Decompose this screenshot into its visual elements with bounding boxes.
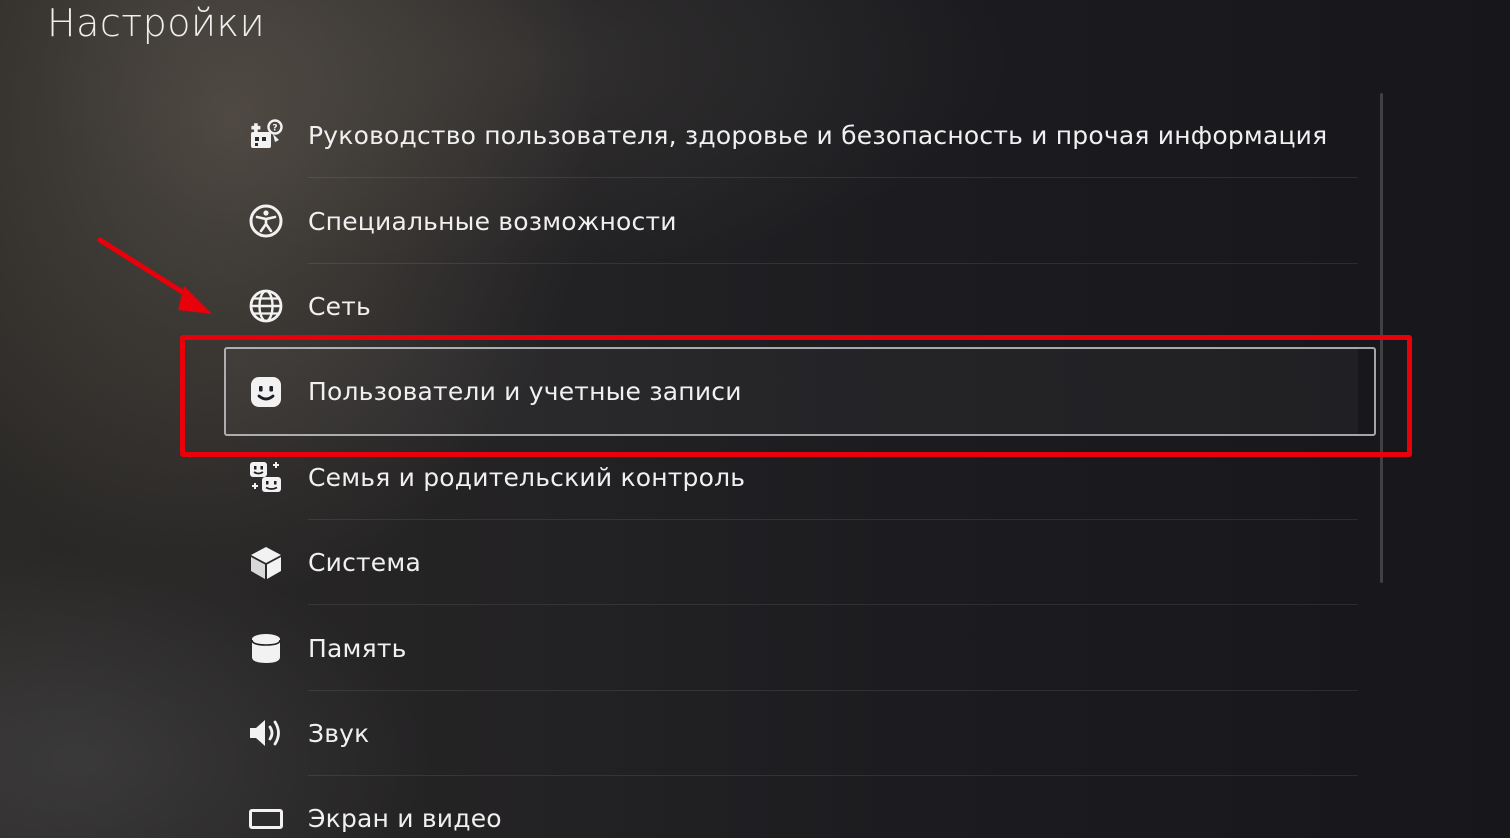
menu-item-label: Семья и родительский контроль [308, 462, 746, 492]
menu-item-label: Звук [308, 718, 370, 748]
cube-icon [246, 543, 286, 583]
menu-item-label: Экран и видео [308, 804, 502, 834]
menu-item-display[interactable]: Экран и видео [226, 776, 1358, 838]
menu-item-label: Память [308, 633, 407, 663]
settings-menu: ? Руководство пользователя, здоровье и б… [224, 93, 1376, 838]
page-title: Настройки [47, 1, 266, 45]
menu-item-storage[interactable]: Память [226, 605, 1358, 691]
display-icon [246, 799, 286, 838]
svg-text:?: ? [272, 123, 277, 133]
annotation-highlight-box [180, 335, 1412, 457]
menu-item-user-guide[interactable]: ? Руководство пользователя, здоровье и б… [226, 93, 1358, 179]
menu-item-label: Руководство пользователя, здоровье и без… [308, 121, 1328, 151]
menu-item-label: Сеть [308, 291, 371, 321]
menu-item-accessibility[interactable]: Специальные возможности [226, 178, 1358, 264]
user-guide-icon: ? [246, 116, 286, 156]
menu-item-system[interactable]: Система [226, 520, 1358, 606]
globe-icon [246, 286, 286, 326]
accessibility-icon [246, 201, 286, 241]
speaker-icon [246, 713, 286, 753]
annotation-arrow-icon [97, 237, 212, 314]
family-icon [246, 457, 286, 497]
menu-item-sound[interactable]: Звук [226, 691, 1358, 777]
menu-item-label: Система [308, 548, 421, 578]
menu-item-label: Специальные возможности [308, 206, 677, 236]
storage-icon [246, 628, 286, 668]
